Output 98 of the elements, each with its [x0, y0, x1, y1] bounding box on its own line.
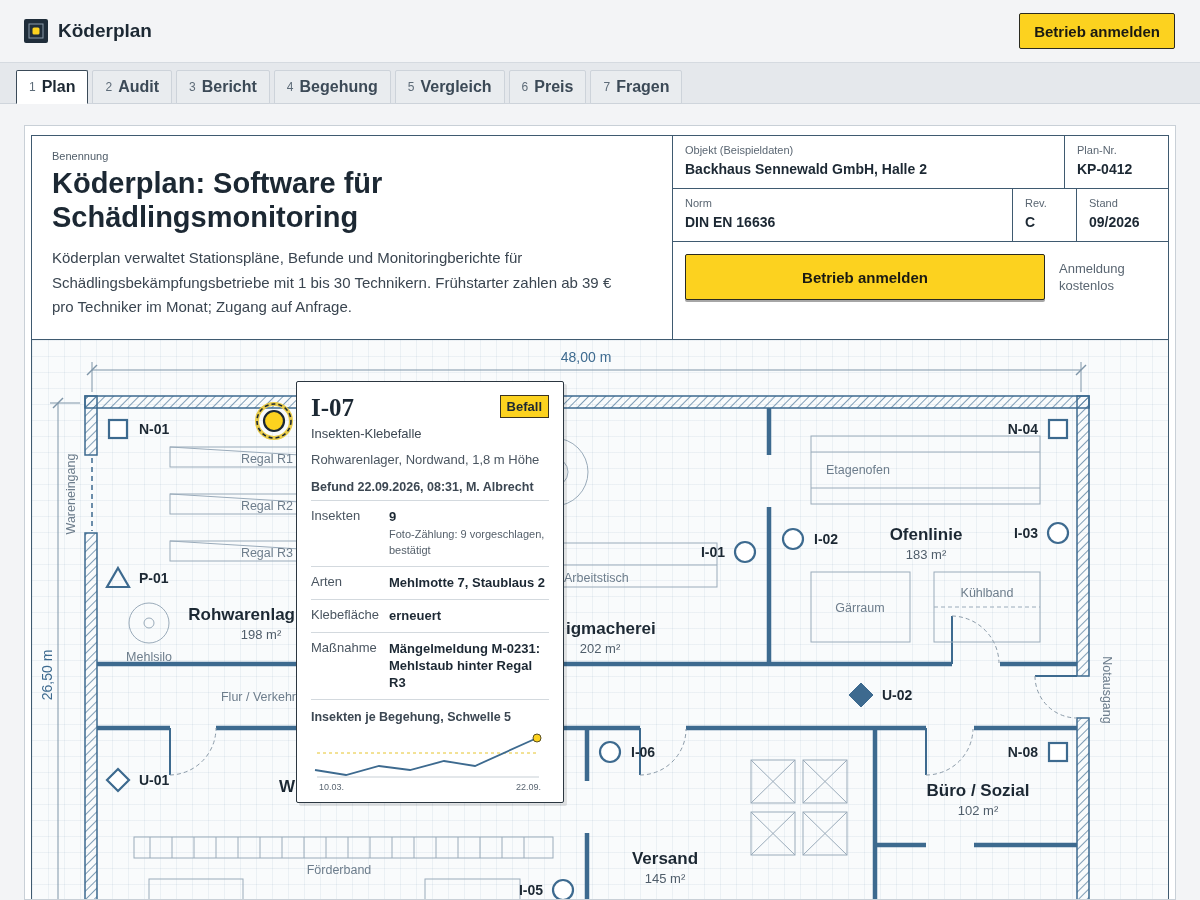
finding-title: Befund 22.09.2026, 08:31, M. Albrecht: [311, 480, 549, 502]
tab[interactable]: 3 Bericht: [176, 70, 270, 104]
detail-value: Mehlmotte 7, Staublaus 2: [389, 574, 547, 592]
circle-marker-icon[interactable]: [781, 528, 805, 551]
station-location: Rohwarenlager, Nordwand, 1,8 m Höhe: [311, 452, 541, 468]
pallet-drawing: [802, 759, 848, 804]
zone-label: Flur / Verkehr: [220, 690, 296, 705]
register-button[interactable]: Betrieb anmelden: [685, 254, 1045, 300]
room-name: Büro / Sozial: [926, 781, 1030, 801]
fixture-label: Kühlband: [960, 586, 1014, 601]
detail-label: Insekten: [311, 508, 362, 526]
fixture-label: Etagenofen: [826, 463, 890, 478]
room-area: 145 m²: [644, 871, 686, 887]
selected-station-icon[interactable]: [255, 402, 293, 441]
axis-label: 22.09.: [515, 782, 541, 793]
station-type: Insekten-Klebefalle: [311, 426, 423, 442]
description: Köderplan verwaltet Stationspläne, Befunde und Monitoringberichte für Schädlingsbekämpfungsbetriebe mit 1 bis 30 Technikern. Frühstarter zahlen ab 39 € pro Techniker im Monat; Zugang auf Anfrage.: [52, 248, 613, 317]
door-drawing: [951, 615, 1000, 666]
detail-label: Maßnahme: [311, 640, 378, 658]
caption: Benennung: [52, 150, 110, 162]
zone-label: Wareneingang: [64, 454, 78, 535]
circle-marker-icon[interactable]: [733, 541, 757, 564]
fixture-label: Regal R1: [240, 452, 293, 467]
tab[interactable]: 6 Preis: [508, 70, 587, 104]
door-drawing: [925, 727, 974, 777]
detail-value: erneuert: [389, 607, 443, 625]
station-label: N-04: [1007, 421, 1038, 438]
station-label: I-05: [518, 882, 543, 899]
tab[interactable]: 2 Audit: [92, 70, 173, 104]
register-note: Anmeldung kostenlos: [1059, 260, 1126, 294]
height-dimension: 26,50 m: [39, 650, 55, 701]
fixture-label: Regal R2: [240, 499, 293, 514]
fixture-label: Regal R3: [240, 546, 293, 561]
tab[interactable]: 5 Vergleich: [394, 70, 505, 104]
logo-icon: [24, 19, 48, 43]
field-value: C: [1025, 214, 1037, 230]
station-label: U-01: [139, 772, 170, 789]
page-heading: Köderplan: Software für Schädlingsmonitoring: [52, 166, 384, 234]
detail-note: Foto-Zählung: 9 vorgeschlagen, bestätigt: [389, 527, 546, 559]
square-marker-icon[interactable]: [1047, 742, 1069, 763]
room-name: W: [278, 777, 295, 797]
pallet-drawing: [750, 811, 796, 856]
chart-title: Insekten je Begehung, Schwelle 5: [311, 710, 513, 725]
room-name: Ofenlinie: [889, 525, 963, 545]
tab[interactable]: 1 Plan: [16, 70, 89, 104]
triangle-marker-icon[interactable]: [105, 566, 131, 589]
zone-label: Notausgang: [1100, 656, 1114, 725]
diamond-marker-icon[interactable]: [105, 767, 131, 794]
field-label: Norm: [685, 197, 713, 209]
square-marker-icon[interactable]: [107, 419, 129, 440]
room-area: 102 m²: [957, 803, 999, 819]
axis-label: 10.03.: [319, 782, 345, 793]
width-dimension: 48,00 m: [560, 349, 612, 366]
door-drawing: [169, 727, 217, 777]
station-label: P-01: [139, 570, 169, 587]
room-area: 183 m²: [905, 547, 947, 563]
room-name: Versand: [631, 849, 699, 869]
detail-value: 9: [389, 508, 398, 526]
field-value: 09/2026: [1089, 214, 1141, 230]
pallet-drawing: [750, 759, 796, 804]
room-area: 198 m²: [240, 627, 282, 643]
circle-marker-icon[interactable]: [1046, 522, 1070, 545]
field-value: Backhaus Sennewald GmbH, Halle 2: [685, 161, 928, 177]
tab[interactable]: 7 Fragen: [590, 70, 683, 104]
tab[interactable]: 4 Begehung: [273, 70, 391, 104]
field-label: Objekt (Beispieldaten): [685, 144, 795, 156]
station-label: U-02: [882, 687, 913, 704]
station-label: N-08: [1007, 744, 1038, 761]
door-drawing: [1034, 675, 1078, 719]
field-value: DIN EN 16636: [685, 214, 777, 230]
fixture-label: Gärraum: [835, 601, 885, 616]
silo-icon: [128, 602, 170, 644]
fixture-label: Förderband: [306, 863, 372, 878]
field-value: KP-0412: [1077, 161, 1134, 177]
station-label: N-01: [139, 421, 170, 438]
room-area: 202 m²: [579, 641, 621, 657]
field-label: Stand: [1089, 197, 1119, 209]
pallet-drawing: [802, 811, 848, 856]
filled-diamond-marker-icon[interactable]: [848, 682, 874, 708]
detail-label: Klebefläche: [311, 607, 380, 625]
register-button[interactable]: Betrieb anmelden: [1019, 13, 1175, 49]
detail-value: Mängelmeldung M-0231: Mehlstaub hinter Regal R3: [389, 640, 541, 692]
circle-marker-icon[interactable]: [551, 879, 575, 899]
station-label: I-01: [700, 544, 725, 561]
field-label: Rev.: [1025, 197, 1048, 209]
fixture-label: Mehlsilo: [126, 650, 172, 665]
room-name: igmacherei: [566, 619, 656, 639]
square-marker-icon[interactable]: [1047, 419, 1069, 440]
station-label: I-02: [814, 531, 839, 548]
fixture-label: Arbeitstisch: [564, 571, 629, 586]
detail-label: Arten: [311, 574, 344, 592]
station-id: I-07: [311, 394, 355, 423]
status-badge: Befall: [499, 395, 549, 419]
field-label: Plan-Nr.: [1077, 144, 1118, 156]
station-label: I-03: [1013, 525, 1038, 542]
app-name: Köderplan: [58, 20, 152, 42]
room-name: Rohwarenlag: [188, 605, 295, 625]
circle-marker-icon[interactable]: [598, 741, 622, 764]
